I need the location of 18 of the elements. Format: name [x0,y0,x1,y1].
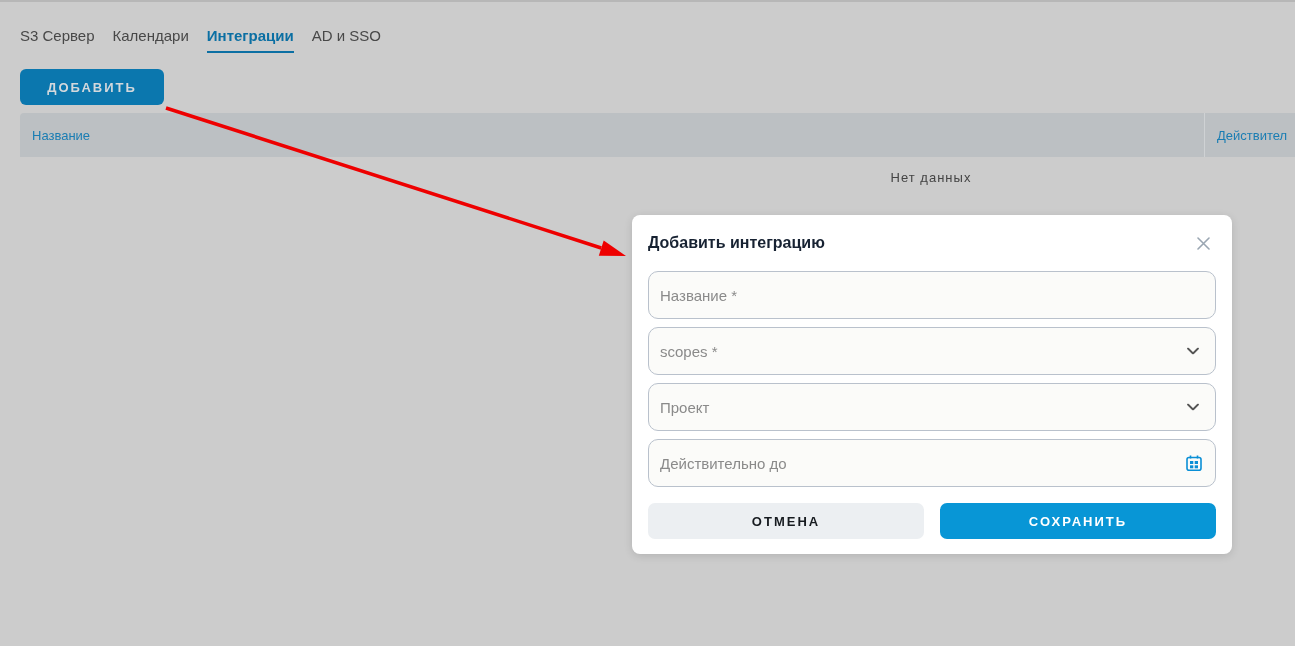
chevron-down-icon[interactable] [1187,347,1199,355]
tab[interactable]: AD и SSO [311,26,381,53]
calendar-icon[interactable] [1186,455,1202,471]
add-button[interactable]: ДОБАВИТЬ [20,69,164,105]
tab[interactable]: Календари [112,26,189,53]
tab[interactable]: S3 Сервер [20,26,95,53]
tab[interactable]: Интеграции [206,26,294,53]
date-field[interactable]: Действительно до [648,439,1216,487]
empty-message: Нет данных [890,169,972,185]
column-header[interactable]: Действител [1204,113,1295,157]
select-field[interactable]: scopes * [648,327,1216,375]
select-field[interactable]: Проект [648,383,1216,431]
save-button[interactable]: СОХРАНИТЬ [940,503,1216,539]
input-field[interactable]: Название * [648,271,1216,319]
dialog-title: Добавить интеграцию [648,234,825,252]
chevron-down-icon[interactable] [1187,403,1199,411]
cancel-button[interactable]: ОТМЕНА [648,503,924,539]
column-header[interactable]: Название [20,113,1204,157]
